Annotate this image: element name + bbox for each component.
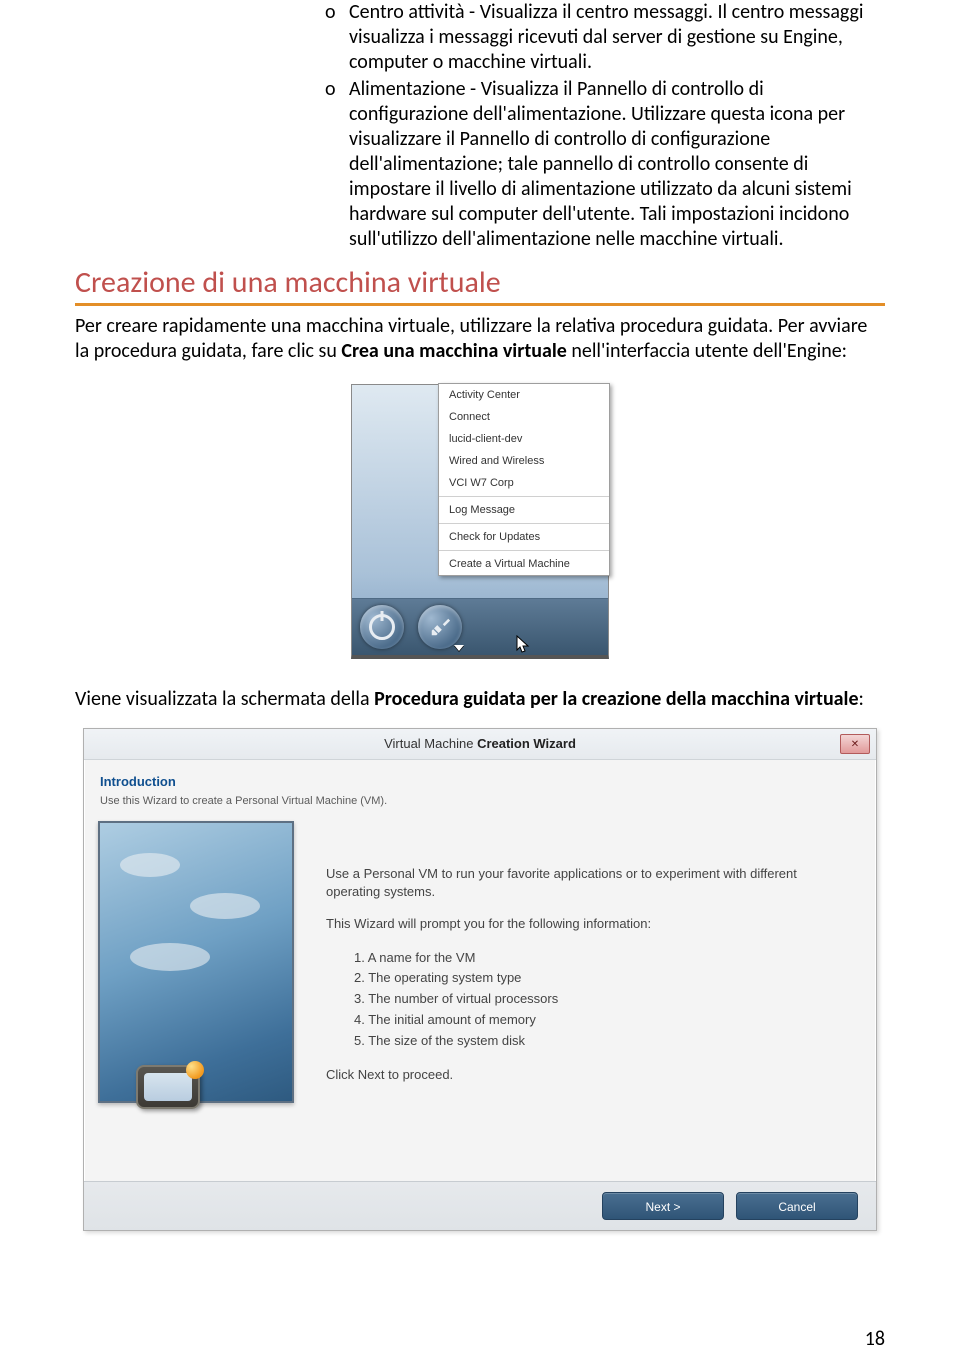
- list-item: 2. The operating system type: [354, 968, 848, 989]
- menu-separator: [439, 550, 609, 551]
- menu-item-wired-and-wireless[interactable]: Wired and Wireless: [439, 450, 609, 472]
- next-button[interactable]: Next >: [602, 1192, 724, 1220]
- page-number: 18: [865, 1327, 885, 1351]
- wizard-steps-list: 1. A name for the VM 2. The operating sy…: [326, 948, 848, 1052]
- desktop-sky: Activity Center Connect lucid-client-dev…: [352, 385, 608, 655]
- menu-item-create-virtual-machine[interactable]: Create a Virtual Machine: [439, 553, 609, 575]
- wizard-left-panel: [84, 821, 316, 1181]
- wizard-intro-title: Introduction: [100, 774, 860, 789]
- bullet-text: Alimentazione - Visualizza il Pannello d…: [349, 77, 885, 252]
- menu-item-vci-w7-corp[interactable]: VCI W7 Corp: [439, 472, 609, 494]
- text: :: [859, 687, 864, 711]
- bullet-list: o Centro attività - Visualizza il centro…: [75, 0, 885, 252]
- bullet-text: Centro attività - Visualizza il centro m…: [349, 0, 885, 75]
- wizard-right-panel: Use a Personal VM to run your favorite a…: [316, 821, 876, 1181]
- list-item: 3. The number of virtual processors: [354, 989, 848, 1010]
- wizard-title: Virtual Machine Creation Wizard: [384, 736, 576, 751]
- list-item: 5. The size of the system disk: [354, 1031, 848, 1052]
- taskbar: [352, 598, 608, 655]
- wizard-text: Click Next to proceed.: [326, 1066, 848, 1084]
- menu-separator: [439, 496, 609, 497]
- text-bold: Crea una macchina virtuale: [341, 339, 566, 363]
- wizard-intro-subtitle: Use this Wizard to create a Personal Vir…: [100, 795, 860, 807]
- menu-separator: [439, 523, 609, 524]
- wizard-intro: Introduction Use this Wizard to create a…: [84, 760, 876, 807]
- menu-item-lucid-client-dev[interactable]: lucid-client-dev: [439, 428, 609, 450]
- list-item: 1. A name for the VM: [354, 948, 848, 969]
- context-menu: Activity Center Connect lucid-client-dev…: [438, 383, 610, 576]
- text-bold: Procedura guidata per la creazione della…: [374, 687, 858, 711]
- power-icon[interactable]: [360, 605, 404, 649]
- vm-badge-icon: [136, 1065, 200, 1109]
- bullet-marker: o: [325, 77, 349, 252]
- wizard-titlebar: Virtual Machine Creation Wizard: [84, 729, 876, 760]
- menu-item-check-for-updates[interactable]: Check for Updates: [439, 526, 609, 548]
- menu-item-connect[interactable]: Connect: [439, 406, 609, 428]
- section-heading: Creazione di una macchina virtuale: [75, 264, 885, 306]
- chevron-down-icon: [454, 645, 464, 651]
- wizard-body: Use a Personal VM to run your favorite a…: [84, 821, 876, 1181]
- body-paragraph: Viene visualizzata la schermata della Pr…: [75, 687, 885, 712]
- list-item: o Alimentazione - Visualizza il Pannello…: [325, 77, 885, 252]
- wizard-dialog: Virtual Machine Creation Wizard Introduc…: [83, 728, 877, 1231]
- cursor-icon: [516, 635, 530, 653]
- tools-icon[interactable]: [418, 605, 462, 649]
- wizard-text: This Wizard will prompt you for the foll…: [326, 915, 848, 933]
- text: Viene visualizzata la schermata della: [75, 687, 374, 711]
- wizard-text: Use a Personal VM to run your favorite a…: [326, 865, 848, 901]
- text-bold: Creation Wizard: [477, 736, 576, 751]
- context-menu-screenshot: Activity Center Connect lucid-client-dev…: [351, 384, 609, 659]
- close-icon[interactable]: [840, 734, 870, 754]
- cancel-button[interactable]: Cancel: [736, 1192, 858, 1220]
- text: nell'interfaccia utente dell'Engine:: [567, 339, 847, 363]
- body-paragraph: Per creare rapidamente una macchina virt…: [75, 314, 885, 364]
- text: Virtual Machine: [384, 736, 477, 751]
- bullet-marker: o: [325, 0, 349, 75]
- menu-item-activity-center[interactable]: Activity Center: [439, 384, 609, 406]
- wizard-illustration: [98, 821, 294, 1103]
- list-item: o Centro attività - Visualizza il centro…: [325, 0, 885, 75]
- list-item: 4. The initial amount of memory: [354, 1010, 848, 1031]
- wizard-footer: Next > Cancel: [84, 1181, 876, 1230]
- menu-item-log-message[interactable]: Log Message: [439, 499, 609, 521]
